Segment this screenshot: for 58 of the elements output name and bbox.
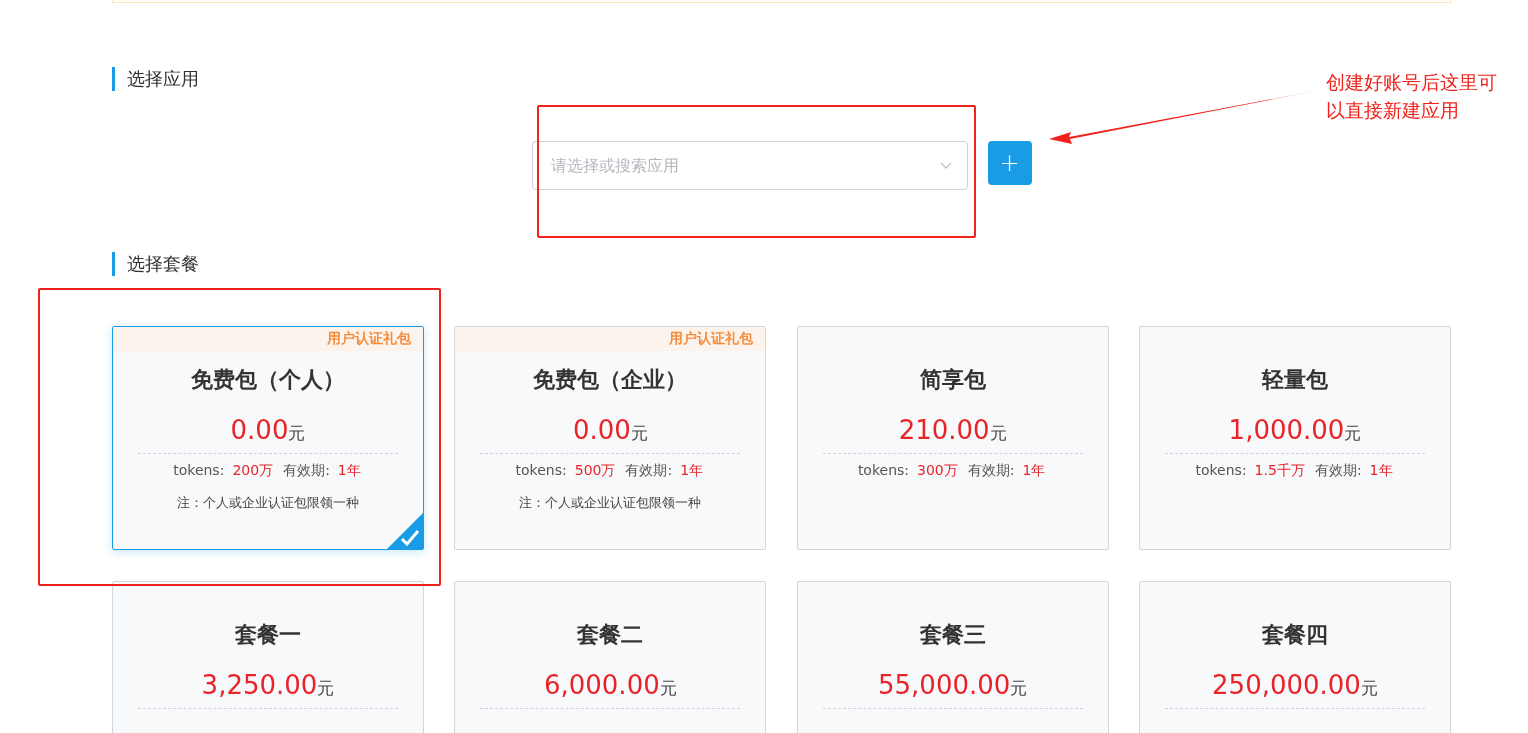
package-price: 0.00: [572, 415, 631, 445]
package-price: 210.00: [898, 415, 990, 445]
package-card[interactable]: 套餐四 250,000.00元: [1139, 581, 1451, 733]
package-note: 注：个人或企业认证包限领一种: [519, 494, 702, 512]
package-title: 套餐三: [919, 621, 986, 649]
package-card[interactable]: 套餐一 3,250.00元: [112, 581, 424, 733]
validity-value: 1年: [337, 462, 361, 480]
tokens-label: tokens:: [173, 462, 225, 480]
package-note: 注：个人或企业认证包限领一种: [177, 494, 359, 512]
section-title: 选择应用: [127, 67, 199, 91]
price-unit: 元: [630, 423, 648, 443]
price-unit: 元: [1010, 678, 1028, 698]
package-price: 6,000.00: [543, 670, 660, 700]
tokens-value: 1.5千万: [1254, 462, 1305, 480]
gift-label: 用户认证礼包: [669, 330, 754, 348]
package-card[interactable]: 轻量包 1,000.00元 tokens: 1.5千万 有效期: 1年: [1139, 326, 1451, 550]
validity-label: 有效期:: [283, 462, 330, 480]
package-price: 3,250.00: [201, 670, 318, 700]
package-price: 55,000.00: [878, 670, 1011, 700]
package-card[interactable]: 简享包 210.00元 tokens: 300万 有效期: 1年: [796, 326, 1109, 550]
tokens-value: 500万: [574, 462, 616, 480]
validity-label: 有效期:: [1314, 462, 1362, 480]
gift-label: 用户认证礼包: [327, 330, 411, 348]
package-title: 套餐一: [235, 621, 301, 649]
package-price: 1,000.00: [1228, 415, 1345, 445]
tokens-value: 200万: [232, 462, 274, 480]
package-title: 套餐二: [577, 621, 644, 649]
package-title: 免费包（个人）: [191, 366, 345, 394]
package-card[interactable]: 用户认证礼包 免费包（企业） 0.00元 tokens: 500万 有效期: 1年 注：个人或企业认证包限领一种: [454, 326, 767, 550]
app-select[interactable]: 请选择或搜索应用: [531, 141, 968, 190]
package-title: 免费包（企业）: [533, 366, 688, 394]
price-unit: 元: [1360, 678, 1378, 698]
validity-value: 1年: [1022, 462, 1046, 480]
price-unit: 元: [317, 678, 335, 698]
package-title: 套餐四: [1262, 621, 1328, 649]
price-unit: 元: [659, 678, 677, 698]
validity-label: 有效期:: [967, 462, 1015, 480]
price-unit: 元: [1344, 423, 1362, 443]
validity-label: 有效期:: [625, 462, 673, 480]
package-price: 250,000.00: [1212, 670, 1361, 700]
validity-value: 1年: [1369, 462, 1393, 480]
tokens-label: tokens:: [857, 462, 910, 480]
validity-value: 1年: [680, 462, 704, 480]
annotation-text: 创建好账号后这里可以直接新建应用: [1326, 70, 1498, 123]
section-title: 选择套餐: [127, 252, 199, 276]
chevron-down-icon: [939, 162, 952, 170]
tokens-label: tokens:: [515, 462, 567, 480]
package-title: 轻量包: [1262, 366, 1328, 394]
checkmark-icon: [387, 513, 423, 549]
package-title: 简享包: [919, 366, 986, 394]
price-unit: 元: [989, 423, 1007, 443]
package-card[interactable]: 用户认证礼包 免费包（个人） 0.00元 tokens: 200万 有效期: 1年 注：个人或企业认证包限领一种: [112, 326, 424, 550]
package-price: 0.00: [230, 415, 289, 445]
price-unit: 元: [288, 423, 306, 443]
tokens-label: tokens:: [1195, 462, 1247, 480]
package-card[interactable]: 套餐二 6,000.00元: [454, 581, 767, 733]
package-card[interactable]: 套餐三 55,000.00元: [796, 581, 1109, 733]
tokens-value: 300万: [917, 462, 958, 480]
